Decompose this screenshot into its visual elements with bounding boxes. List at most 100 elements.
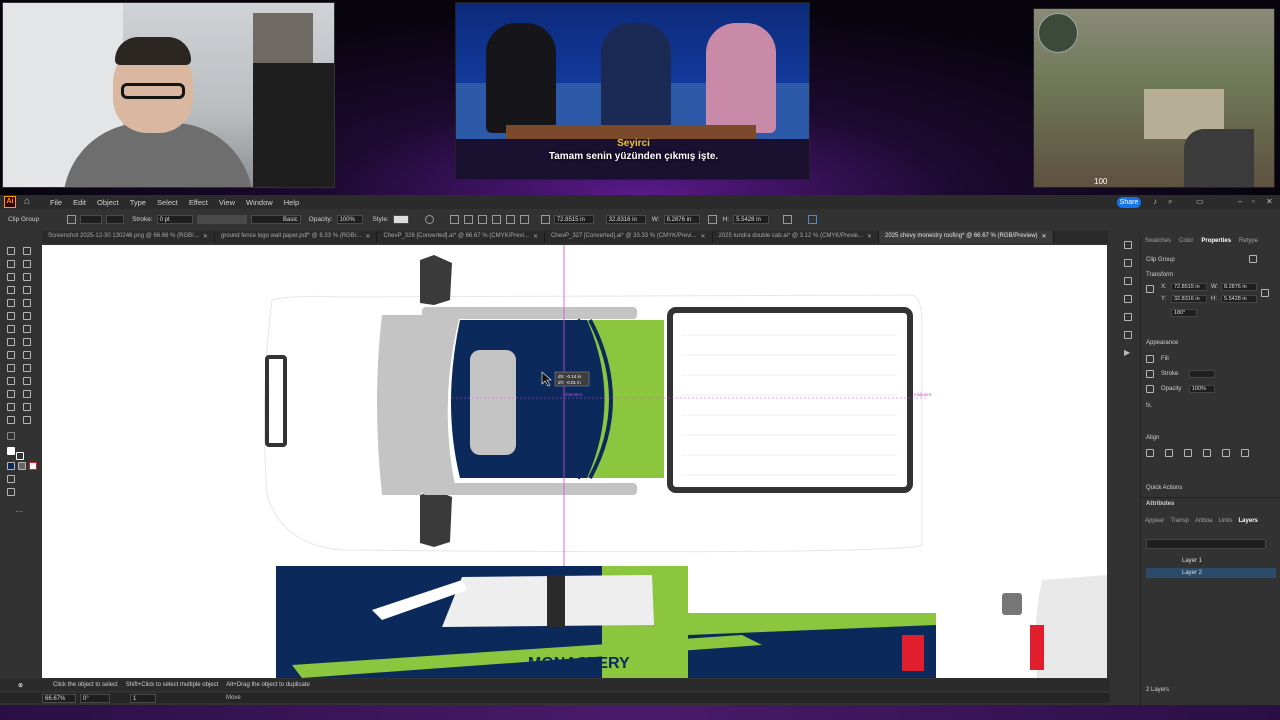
artboard-canvas[interactable]: dX: -0.14 in dY: -0.01 in intersect midp… [42,245,1107,678]
slice-tool-icon[interactable] [23,403,31,411]
width-tool-icon[interactable] [7,338,15,346]
artboard-tool-icon[interactable] [7,403,15,411]
zoom-tool-icon[interactable] [23,416,31,424]
perspective-grid-tool-icon[interactable] [23,351,31,359]
doc-tab[interactable]: 2025 tundra double cab.ai* @ 3.12 % (CMY… [713,231,880,243]
paintbrush-tool-icon[interactable] [23,299,31,307]
doc-tab[interactable]: Screenshot 2025-12-30 130246.png @ 66.66… [42,231,215,243]
align-bottom-icon[interactable] [519,215,529,224]
stroke-weight-field[interactable]: 0 pt [156,215,193,224]
align-left-icon[interactable] [1146,449,1154,457]
search-icon[interactable]: ⌕ [1168,197,1172,207]
tab-transparency[interactable]: Transp [1170,518,1188,524]
isolate-icon[interactable] [808,215,818,224]
contextual-hint-icon[interactable]: ⊕ [18,682,23,689]
pen-tool-icon[interactable] [7,273,15,281]
layer-row[interactable]: Layer 1 [1146,556,1276,566]
rotate-angle-field[interactable]: 180° [1171,309,1197,317]
align-right-icon[interactable] [1184,449,1192,457]
libraries-icon[interactable] [1124,241,1132,249]
close-tab-icon[interactable]: ✕ [533,233,538,241]
align-bottom-icon[interactable] [1241,449,1249,457]
close-tab-icon[interactable]: ✕ [365,233,370,241]
none-mode-icon[interactable] [29,462,37,470]
layers-search-input[interactable] [1146,539,1266,549]
more-tools-icon[interactable]: ··· [15,508,23,517]
opacity-icon[interactable] [1146,385,1154,393]
reference-point-icon[interactable] [1146,285,1154,293]
type-tool-icon[interactable] [7,286,15,294]
menu-edit[interactable]: Edit [73,198,86,207]
stroke-weight-field[interactable] [1189,370,1215,378]
magic-wand-tool-icon[interactable] [7,260,15,268]
constrain-link-icon[interactable] [707,215,717,224]
eraser-tool-icon[interactable] [23,312,31,320]
constrain-proportions-icon[interactable] [1261,289,1269,297]
transform-options-icon[interactable] [783,215,793,224]
gradient-mode-icon[interactable] [18,462,26,470]
recolor-icon[interactable] [67,215,77,224]
color-mode-icon[interactable] [7,462,15,470]
menu-view[interactable]: View [219,198,235,207]
tab-links[interactable]: Links [1219,518,1233,524]
symbols-icon[interactable] [1124,313,1132,321]
transform-icon[interactable] [540,215,550,224]
menu-select[interactable]: Select [157,198,178,207]
blend-tool-icon[interactable] [23,377,31,385]
stroke-swatch[interactable] [106,215,125,224]
tab-layers[interactable]: Layers [1239,518,1258,524]
layer-row-selected[interactable]: Layer 2 [1146,568,1276,578]
x-field[interactable]: 72.8515 in [553,215,594,224]
tab-swatches[interactable]: Swatches [1145,238,1171,244]
mesh-tool-icon[interactable] [7,364,15,372]
hand-tool-icon[interactable] [7,416,15,424]
close-tab-icon[interactable]: ✕ [700,233,705,241]
tab-properties[interactable]: Properties [1201,238,1231,244]
align-center-icon[interactable] [1165,449,1173,457]
isolate-group-icon[interactable] [1249,255,1257,263]
maximize-icon[interactable]: ▫ [1252,197,1255,206]
fill-color-swatch[interactable] [7,447,15,455]
home-icon[interactable]: ⌂ [24,196,36,208]
fill-swatch[interactable] [80,215,103,224]
menu-object[interactable]: Object [97,198,119,207]
bell-icon[interactable]: ♪ [1153,197,1157,206]
align-right-icon[interactable] [477,215,487,224]
transform-y-field[interactable]: 32.8316 in [1171,295,1207,303]
align-top-icon[interactable] [1203,449,1211,457]
opacity-field[interactable]: 100% [336,215,363,224]
gradient-tool-icon[interactable] [23,364,31,372]
transform-x-field[interactable]: 72.8515 in [1171,283,1207,291]
shape-builder-tool-icon[interactable] [7,351,15,359]
y-field[interactable]: 32.8316 in [605,215,646,224]
fx-label[interactable]: fx. [1146,403,1152,409]
close-tab-icon[interactable]: ✕ [203,233,208,241]
stroke-color-swatch[interactable] [16,452,24,460]
align-middle-icon[interactable] [1222,449,1230,457]
w-field[interactable]: 8.2876 in [663,215,700,224]
align-middle-icon[interactable] [505,215,515,224]
curvature-tool-icon[interactable] [23,273,31,281]
close-icon[interactable]: ✕ [1266,197,1273,206]
close-tab-icon[interactable]: ✕ [1042,233,1047,241]
help-icon[interactable] [7,432,15,440]
tab-color[interactable]: Color [1179,238,1193,244]
stroke-swatch-icon[interactable] [1146,370,1154,378]
symbol-sprayer-tool-icon[interactable] [7,390,15,398]
character-icon[interactable] [1124,295,1132,303]
rotate-view-field[interactable]: 0° [80,693,110,703]
menu-type[interactable]: Type [130,198,146,207]
transform-w-field[interactable]: 8.2876 in [1221,283,1257,291]
rotate-tool-icon[interactable] [7,325,15,333]
fill-swatch-icon[interactable] [1146,355,1154,363]
tab-appearance[interactable]: Appear [1145,518,1164,524]
screen-mode-icon[interactable] [7,488,15,496]
doc-tab[interactable]: ChevP_326 [Converted].ai* @ 66.67 % (CMY… [377,231,545,243]
brushes-icon[interactable] [1124,277,1132,285]
opacity-field[interactable]: 100% [1189,385,1215,393]
menu-help[interactable]: Help [284,198,299,207]
doc-tab-active[interactable]: 2025 chevy monestry roofing* @ 66.67 % (… [879,231,1054,243]
style-swatch[interactable] [392,215,409,224]
draw-mode-icon[interactable] [7,475,15,483]
brush-definition-field[interactable]: Basic [250,215,301,224]
